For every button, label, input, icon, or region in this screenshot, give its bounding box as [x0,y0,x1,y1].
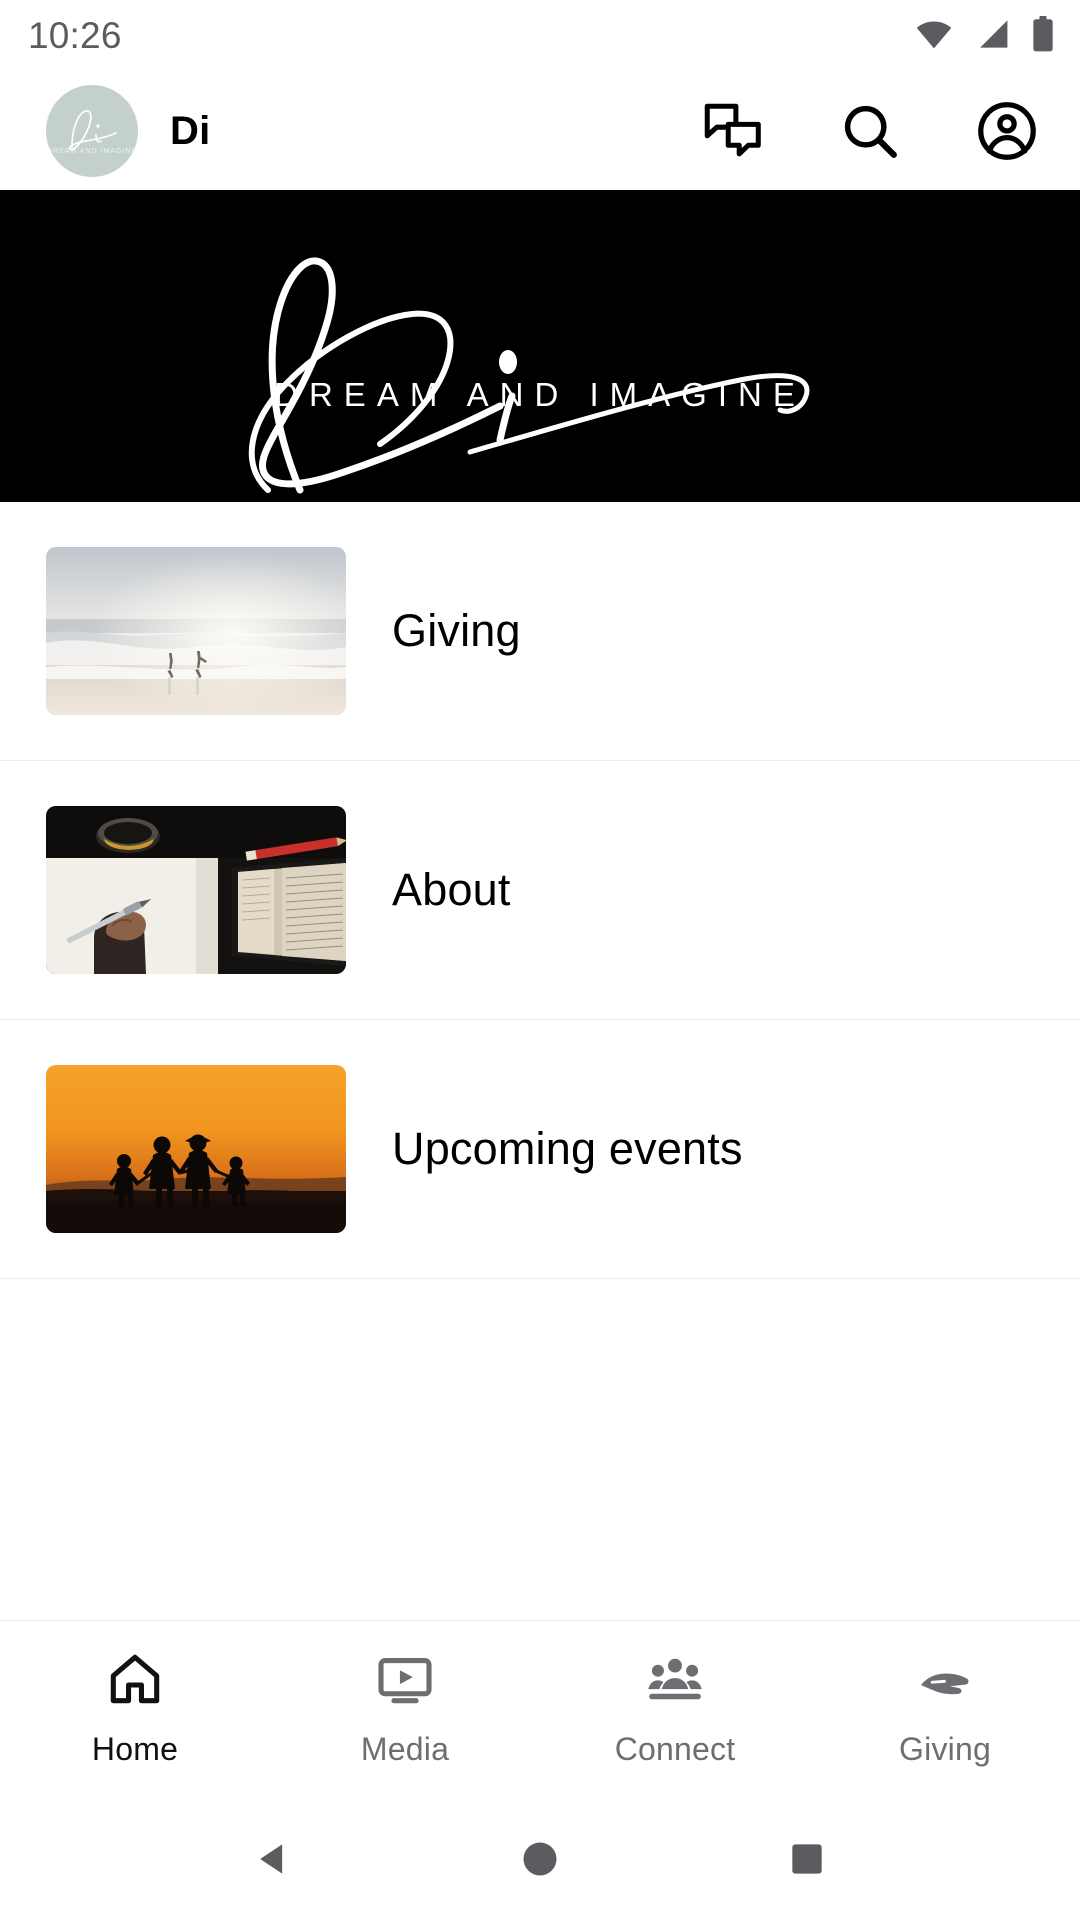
tab-label: Media [360,1731,450,1767]
list-item-giving[interactable]: Giving [0,502,1080,761]
tab-connect[interactable]: Connect [540,1621,810,1802]
tab-label: Giving [899,1731,991,1767]
thumbnail-bible-notebook-writing-photo [46,806,346,974]
tab-giving[interactable]: Giving [810,1621,1080,1802]
wifi-icon [914,18,954,55]
avatar-logo-subtext: DREAM AND IMAGINE [46,148,138,155]
page-title: Di [170,108,211,153]
recents-button[interactable] [767,1821,847,1901]
battery-icon [1032,15,1054,57]
status-bar: 10:26 [0,0,1080,72]
hero-logo-script [248,257,810,494]
media-tv-play-icon [375,1649,435,1714]
circle-icon [518,1837,562,1886]
people-group-icon [645,1649,705,1714]
account-icon[interactable] [976,100,1038,162]
avatar[interactable]: DREAM AND IMAGINE [46,85,138,177]
bottom-tab-bar: Home Media Connect Giving [0,1620,1080,1802]
square-icon [785,1837,829,1886]
home-icon [105,1649,165,1714]
status-time: 10:26 [28,15,122,56]
hero-banner: DREAM AND IMAGINE [0,190,1080,502]
tab-home[interactable]: Home [0,1621,270,1802]
messages-icon[interactable] [702,100,764,162]
thumbnail-beach-ocean-waves-photo [46,547,346,715]
triangle-left-icon [251,1837,295,1886]
tab-label: Home [91,1731,179,1767]
home-button[interactable] [500,1821,580,1901]
status-icons [914,15,1054,57]
search-icon[interactable] [839,100,901,162]
list-item-label: Upcoming events [392,1123,743,1174]
list-item-upcoming-events[interactable]: Upcoming events [0,1020,1080,1279]
tab-media[interactable]: Media [270,1621,540,1802]
cellular-signal-icon [974,18,1012,55]
list-empty-space [0,1279,1080,1489]
giving-hand-icon [915,1649,975,1714]
app-screen: 10:26 DREAM AND IMAGINE Di DREAM AND IMA… [0,0,1080,1920]
tab-label: Connect [614,1731,736,1767]
system-navigation-bar [0,1802,1080,1920]
list-item-label: Giving [392,605,521,656]
hero-tagline: DREAM AND IMAGINE [274,376,806,413]
list-item-label: About [392,864,511,915]
menu-list: Giving About Upcoming events [0,502,1080,1620]
app-bar-actions [702,100,1046,162]
app-bar: DREAM AND IMAGINE Di [0,72,1080,190]
thumbnail-sunset-silhouettes-photo [46,1065,346,1233]
back-button[interactable] [233,1821,313,1901]
list-item-about[interactable]: About [0,761,1080,1020]
